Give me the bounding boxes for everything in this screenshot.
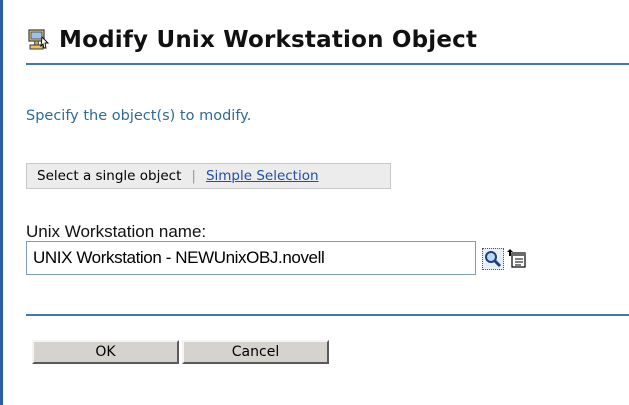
title-divider — [26, 63, 629, 65]
left-border-rule — [0, 0, 3, 405]
workstation-name-input[interactable] — [26, 241, 476, 275]
page-title: Modify Unix Workstation Object — [59, 27, 478, 53]
selection-mode-bar: Select a single object | Simple Selectio… — [26, 163, 391, 189]
workstation-name-label: Unix Workstation name: — [26, 222, 207, 241]
instruction-text: Specify the object(s) to modify. — [26, 108, 252, 124]
simple-selection-link[interactable]: Simple Selection — [206, 168, 319, 184]
dialog-header: Modify Unix Workstation Object — [26, 22, 477, 58]
mode-separator: | — [191, 168, 196, 184]
magnifier-icon[interactable] — [482, 248, 504, 270]
workstation-icon — [26, 28, 50, 52]
section-divider — [26, 314, 629, 316]
cancel-button[interactable]: Cancel — [182, 340, 329, 364]
object-browser-icon[interactable] — [506, 248, 528, 270]
single-object-mode-label: Select a single object — [37, 168, 182, 184]
ok-button[interactable]: OK — [32, 340, 179, 364]
